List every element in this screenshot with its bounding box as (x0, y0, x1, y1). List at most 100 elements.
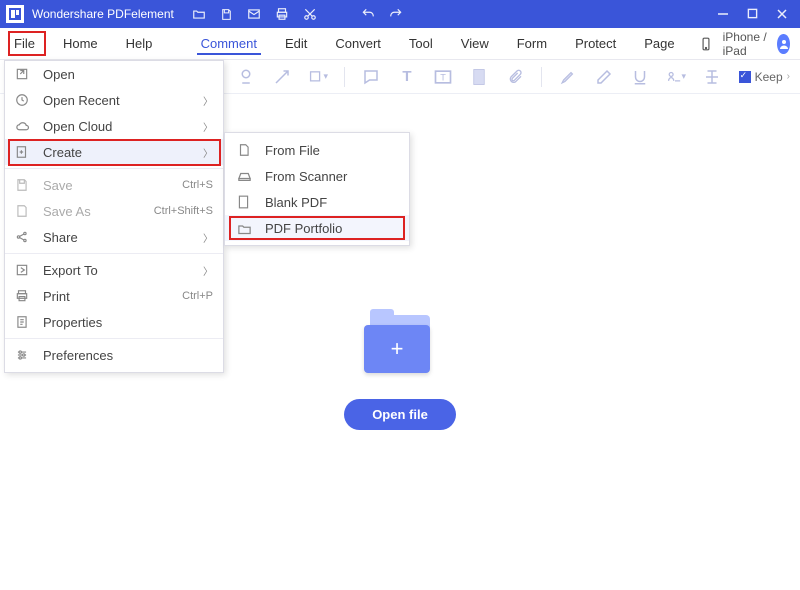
file-menu-preferences[interactable]: Preferences (5, 342, 223, 368)
save-icon (15, 178, 31, 192)
app-logo (6, 5, 24, 23)
file-menu-label: Open (43, 67, 213, 82)
close-icon[interactable] (776, 8, 788, 20)
portfolio-icon (237, 222, 253, 235)
print-qat-icon[interactable] (275, 7, 289, 21)
chevron-right-icon: 〉 (203, 93, 213, 108)
menu-protect[interactable]: Protect (571, 32, 620, 55)
attachment-tool-icon[interactable] (505, 67, 525, 87)
eraser-tool-icon[interactable] (594, 67, 614, 87)
keep-checkbox-icon (739, 71, 751, 83)
file-menu-shortcut: Ctrl+P (182, 290, 213, 302)
create-from-scanner[interactable]: From Scanner (225, 163, 409, 189)
menu-edit[interactable]: Edit (281, 32, 311, 55)
drop-folder-graphic[interactable]: + (364, 315, 436, 373)
quick-access-toolbar (192, 7, 403, 21)
file-menu-open-cloud[interactable]: Open Cloud 〉 (5, 113, 223, 139)
minimize-icon[interactable] (717, 8, 729, 20)
file-menu-save-as[interactable]: Save As Ctrl+Shift+S (5, 198, 223, 224)
file-menu-properties[interactable]: Properties (5, 309, 223, 335)
plus-icon: + (391, 336, 404, 362)
scanner-icon (237, 169, 253, 183)
create-submenu-label: From File (265, 143, 320, 158)
file-menu-open[interactable]: Open (5, 61, 223, 87)
signature-tool-icon[interactable]: ▾ (666, 67, 686, 87)
menu-view[interactable]: View (457, 32, 493, 55)
device-label[interactable]: iPhone / iPad (723, 30, 768, 58)
create-from-file[interactable]: From File (225, 137, 409, 163)
chevron-right-icon: 〉 (203, 263, 213, 278)
strikethrough-tool-icon[interactable] (702, 67, 722, 87)
create-submenu-label: PDF Portfolio (265, 221, 342, 236)
create-icon (15, 145, 31, 159)
blank-icon (237, 195, 253, 209)
file-menu-label: Save As (43, 204, 142, 219)
menu-separator (5, 338, 223, 339)
stamp-tool-icon[interactable] (236, 67, 256, 87)
properties-icon (15, 315, 31, 329)
file-menu-share[interactable]: Share 〉 (5, 224, 223, 250)
share-icon (15, 230, 31, 244)
chevron-right-icon: 〉 (203, 145, 213, 160)
arrow-tool-icon[interactable] (272, 67, 292, 87)
shape-tool-icon[interactable]: ▾ (308, 67, 328, 87)
file-menu-create[interactable]: Create 〉 (5, 139, 223, 165)
undo-icon[interactable] (361, 7, 375, 21)
highlight-tool-icon[interactable] (558, 67, 578, 87)
menu-home[interactable]: Home (59, 32, 102, 55)
menu-bar: File Home Help Comment Edit Convert Tool… (0, 28, 800, 60)
file-menu-label: Export To (43, 263, 191, 278)
textbox-tool-icon[interactable]: T (433, 67, 453, 87)
file-menu-label: Share (43, 230, 191, 245)
print-icon (15, 289, 31, 303)
cut-icon[interactable] (303, 7, 317, 21)
area-tool-icon[interactable] (469, 67, 489, 87)
create-submenu-label: Blank PDF (265, 195, 327, 210)
file-menu-open-recent[interactable]: Open Recent 〉 (5, 87, 223, 113)
mail-icon[interactable] (247, 7, 261, 21)
text-tool-icon[interactable]: T (397, 67, 417, 87)
file-menu-print[interactable]: Print Ctrl+P (5, 283, 223, 309)
save-qat-icon[interactable] (220, 8, 233, 21)
folder-open-icon[interactable] (192, 7, 206, 21)
menu-convert[interactable]: Convert (331, 32, 385, 55)
keep-toggle[interactable]: Keep › (739, 70, 790, 84)
export-icon (15, 263, 31, 277)
file-icon (237, 143, 253, 157)
file-menu-label: Preferences (43, 348, 213, 363)
user-avatar[interactable] (777, 34, 790, 54)
file-menu-label: Save (43, 178, 170, 193)
keep-label: Keep (755, 70, 783, 84)
menu-help[interactable]: Help (122, 32, 157, 55)
file-menu-label: Open Cloud (43, 119, 191, 134)
menu-form[interactable]: Form (513, 32, 551, 55)
file-menu-save[interactable]: Save Ctrl+S (5, 172, 223, 198)
recent-icon (15, 93, 31, 107)
menu-comment[interactable]: Comment (197, 32, 261, 55)
title-bar: Wondershare PDFelement (0, 0, 800, 28)
create-submenu-label: From Scanner (265, 169, 347, 184)
maximize-icon[interactable] (747, 8, 758, 20)
menu-tool[interactable]: Tool (405, 32, 437, 55)
saveas-icon (15, 204, 31, 218)
app-title: Wondershare PDFelement (32, 7, 174, 21)
redo-icon[interactable] (389, 7, 403, 21)
underline-tool-icon[interactable] (630, 67, 650, 87)
chevron-right-icon: 〉 (203, 119, 213, 134)
create-blank-pdf[interactable]: Blank PDF (225, 189, 409, 215)
window-controls (717, 8, 788, 20)
menu-file[interactable]: File (10, 32, 39, 55)
device-icon[interactable] (699, 37, 713, 51)
create-pdf-portfolio[interactable]: PDF Portfolio (225, 215, 409, 241)
file-menu-label: Create (43, 145, 191, 160)
file-menu-label: Properties (43, 315, 213, 330)
note-tool-icon[interactable] (361, 67, 381, 87)
open-file-button[interactable]: Open file (344, 399, 456, 430)
chevron-right-icon: 〉 (203, 230, 213, 245)
file-menu-label: Open Recent (43, 93, 191, 108)
preferences-icon (15, 348, 31, 362)
file-menu-export[interactable]: Export To 〉 (5, 257, 223, 283)
create-submenu: From File From Scanner Blank PDF PDF Por… (224, 132, 410, 246)
file-dropdown-menu: Open Open Recent 〉 Open Cloud 〉 Create 〉… (4, 60, 224, 373)
menu-page[interactable]: Page (640, 32, 678, 55)
